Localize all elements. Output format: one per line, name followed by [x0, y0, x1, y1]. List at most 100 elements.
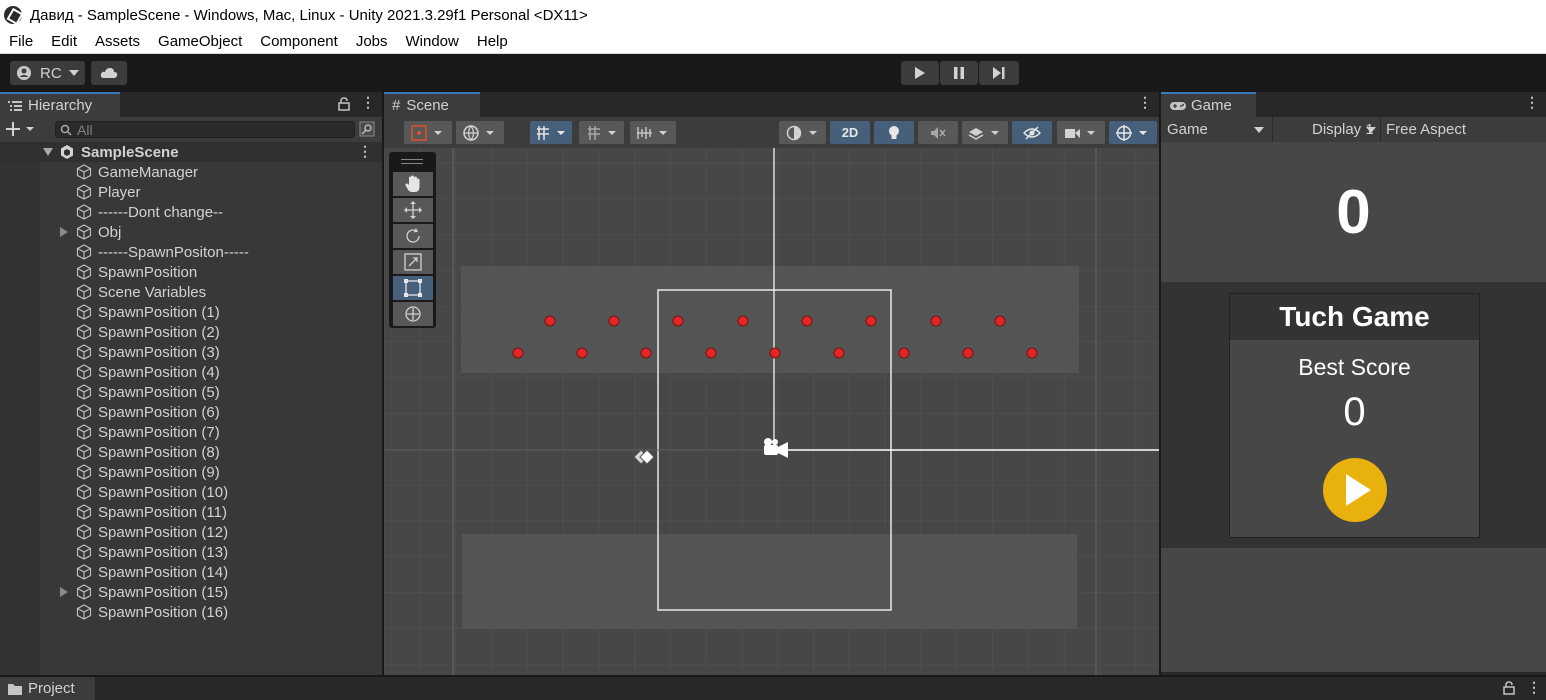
- hierarchy-item[interactable]: SpawnPosition (14): [0, 562, 382, 582]
- hierarchy-item[interactable]: ------Dont change--: [0, 202, 382, 222]
- hierarchy-item[interactable]: SpawnPosition (4): [0, 362, 382, 382]
- hierarchy-item[interactable]: SpawnPosition (2): [0, 322, 382, 342]
- hierarchy-item[interactable]: SpawnPosition (16): [0, 602, 382, 622]
- menu-gameobject[interactable]: GameObject: [149, 33, 251, 50]
- hierarchy-item[interactable]: ------SpawnPositon-----: [0, 242, 382, 262]
- draw-mode-dropdown[interactable]: [404, 121, 452, 144]
- audio-toggle[interactable]: [918, 121, 958, 144]
- display-dropdown[interactable]: Display 1: [1274, 117, 1381, 142]
- camera-gizmo-icon[interactable]: [764, 438, 788, 458]
- shading-dropdown[interactable]: [779, 121, 826, 144]
- aspect-dropdown[interactable]: Free Aspect: [1382, 117, 1546, 142]
- expand-arrow-icon[interactable]: [43, 148, 53, 156]
- hierarchy-item[interactable]: Obj: [0, 222, 382, 242]
- spawn-point-icon[interactable]: [608, 315, 620, 327]
- spawn-point-icon[interactable]: [962, 347, 974, 359]
- hierarchy-menu-icon[interactable]: ⋮: [361, 94, 375, 111]
- account-dropdown[interactable]: RC: [10, 61, 85, 85]
- global-dropdown[interactable]: [456, 121, 504, 144]
- menu-file[interactable]: File: [0, 33, 42, 50]
- spawn-point-icon[interactable]: [672, 315, 684, 327]
- tab-project[interactable]: Project: [0, 677, 95, 700]
- hierarchy-item[interactable]: SpawnPosition (11): [0, 502, 382, 522]
- spawn-area-bottom: [462, 534, 1077, 629]
- tab-scene[interactable]: # Scene: [384, 92, 480, 117]
- hierarchy-item[interactable]: Player: [0, 182, 382, 202]
- hierarchy-item[interactable]: SpawnPosition (5): [0, 382, 382, 402]
- hierarchy-item[interactable]: Scene Variables: [0, 282, 382, 302]
- hierarchy-item[interactable]: SpawnPosition (9): [0, 462, 382, 482]
- hierarchy-item[interactable]: SpawnPosition (3): [0, 342, 382, 362]
- hierarchy-item[interactable]: SpawnPosition (12): [0, 522, 382, 542]
- spawn-point-icon[interactable]: [737, 315, 749, 327]
- spawn-point-icon[interactable]: [833, 347, 845, 359]
- lock-icon[interactable]: [338, 97, 350, 111]
- scale-tool[interactable]: [393, 250, 433, 274]
- spawn-point-icon[interactable]: [769, 347, 781, 359]
- ruler-dropdown[interactable]: [630, 121, 676, 144]
- menu-jobs[interactable]: Jobs: [347, 33, 397, 50]
- hierarchy-item[interactable]: SpawnPosition: [0, 262, 382, 282]
- hierarchy-item[interactable]: SpawnPosition (8): [0, 442, 382, 462]
- hierarchy-item[interactable]: SpawnPosition (7): [0, 422, 382, 442]
- hierarchy-item[interactable]: GameManager: [0, 162, 382, 182]
- spawn-point-icon[interactable]: [930, 315, 942, 327]
- spawn-point-icon[interactable]: [512, 347, 524, 359]
- rotate-tool[interactable]: [393, 224, 433, 248]
- create-button[interactable]: [6, 121, 36, 142]
- mode-2d-toggle[interactable]: 2D: [830, 121, 870, 144]
- spawn-point-icon[interactable]: [1026, 347, 1038, 359]
- increment-snap-dropdown[interactable]: [579, 121, 624, 144]
- hierarchy-item[interactable]: SpawnPosition (15): [0, 582, 382, 602]
- spawn-point-icon[interactable]: [994, 315, 1006, 327]
- spawn-point-icon[interactable]: [865, 315, 877, 327]
- hierarchy-item-label: GameManager: [98, 163, 199, 181]
- hierarchy-item[interactable]: SpawnPosition (13): [0, 542, 382, 562]
- grid-snap-dropdown[interactable]: [530, 121, 572, 144]
- lock-icon[interactable]: [1503, 681, 1515, 695]
- gizmos-dropdown[interactable]: [1109, 121, 1157, 144]
- search-filter-icon[interactable]: [359, 121, 375, 137]
- scene-menu-icon[interactable]: ⋮: [358, 143, 372, 160]
- spawn-point-icon[interactable]: [544, 315, 556, 327]
- expand-arrow-icon[interactable]: [60, 227, 76, 237]
- project-menu-icon[interactable]: ⋮: [1527, 679, 1541, 696]
- cloud-button[interactable]: [91, 61, 127, 85]
- scene-menu-icon[interactable]: ⋮: [1138, 94, 1152, 111]
- transform-tool[interactable]: [393, 302, 433, 326]
- hierarchy-item[interactable]: SpawnPosition (10): [0, 482, 382, 502]
- spawn-point-icon[interactable]: [576, 347, 588, 359]
- tab-hierarchy[interactable]: Hierarchy: [0, 92, 120, 117]
- lighting-toggle[interactable]: [874, 121, 914, 144]
- game-menu-icon[interactable]: ⋮: [1525, 94, 1539, 111]
- tab-game[interactable]: Game: [1161, 92, 1256, 117]
- start-button[interactable]: [1322, 457, 1388, 523]
- hand-tool[interactable]: [393, 172, 433, 196]
- spawn-point-icon[interactable]: [640, 347, 652, 359]
- hidden-objects-toggle[interactable]: [1012, 121, 1052, 144]
- scene-root-row[interactable]: SampleScene ⋮: [0, 142, 382, 162]
- menu-component[interactable]: Component: [251, 33, 347, 50]
- scene-viewport[interactable]: [384, 148, 1159, 675]
- step-button[interactable]: [979, 61, 1019, 85]
- hierarchy-search-input[interactable]: All: [55, 121, 355, 138]
- spawn-point-icon[interactable]: [705, 347, 717, 359]
- hierarchy-item[interactable]: SpawnPosition (6): [0, 402, 382, 422]
- palette-handle[interactable]: [401, 159, 423, 160]
- menu-assets[interactable]: Assets: [86, 33, 149, 50]
- rect-tool[interactable]: [393, 276, 433, 300]
- spawn-point-icon[interactable]: [801, 315, 813, 327]
- effects-dropdown[interactable]: [962, 121, 1008, 144]
- menu-edit[interactable]: Edit: [42, 33, 86, 50]
- camera-dropdown[interactable]: [1057, 121, 1105, 144]
- play-button[interactable]: [901, 61, 939, 85]
- hierarchy-item[interactable]: SpawnPosition (1): [0, 302, 382, 322]
- player-sprite-icon[interactable]: [633, 449, 655, 465]
- pause-button[interactable]: [940, 61, 978, 85]
- expand-arrow-icon[interactable]: [60, 587, 76, 597]
- move-tool[interactable]: [393, 198, 433, 222]
- game-view-dropdown[interactable]: Game: [1161, 117, 1273, 142]
- menu-window[interactable]: Window: [397, 33, 468, 50]
- menu-help[interactable]: Help: [468, 33, 517, 50]
- spawn-point-icon[interactable]: [898, 347, 910, 359]
